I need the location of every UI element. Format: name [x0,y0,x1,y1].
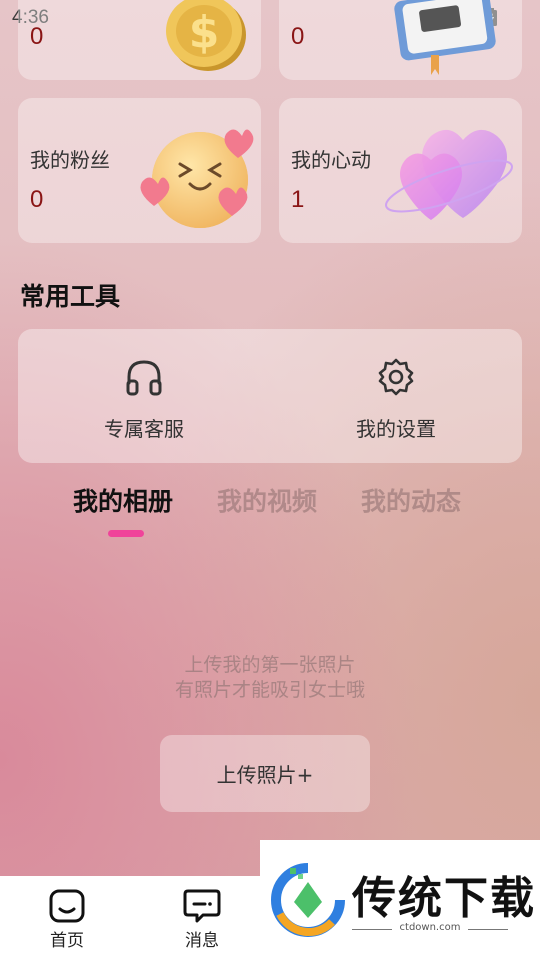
stat-card-likes[interactable]: 我的心动 1 [279,98,522,243]
nav-messages[interactable]: 消息 [162,888,242,951]
smiley-hearts-icon [134,124,261,238]
stat-value: 0 [30,23,44,50]
svg-text:$: $ [189,7,220,58]
empty-hint-line1: 上传我的第一张照片 [184,654,356,676]
stat-value: 0 [291,23,305,50]
watermark: 传统下载 ctdown.com [260,840,540,960]
headphones-icon [124,357,164,401]
book-icon [391,0,501,79]
watermark-logo-icon [270,862,346,942]
tab-indicator [108,530,144,537]
tool-customer-service[interactable]: 专属客服 [18,329,270,463]
stat-card-top-left[interactable]: $ 0 [18,0,261,80]
tab-videos[interactable]: 我的视频 [217,482,317,518]
tool-label: 我的设置 [356,417,436,441]
watermark-title: 传统下载 [352,873,536,924]
home-face-icon [27,888,107,924]
stat-value: 1 [291,186,305,213]
coin-icon: $ [160,0,250,79]
hearts-icon [379,122,519,238]
upload-photo-button[interactable]: 上传照片+ [160,735,370,812]
tool-label: 专属客服 [104,417,184,441]
tool-settings[interactable]: 我的设置 [270,329,522,463]
stat-label: 我的心动 [291,148,371,172]
tab-posts[interactable]: 我的动态 [361,482,461,518]
stat-card-fans[interactable]: 我的粉丝 0 [18,98,261,243]
tools-card: 专属客服 我的设置 [18,329,522,463]
section-title-tools: 常用工具 [20,282,121,311]
nav-label: 消息 [185,931,219,951]
stat-label: 我的粉丝 [30,148,110,172]
nav-home[interactable]: 首页 [27,888,107,951]
stat-value: 0 [30,186,44,213]
empty-hint-line2: 有照片才能吸引女士哦 [174,679,365,701]
gear-icon [376,357,416,401]
nav-label: 首页 [50,931,84,951]
message-icon [162,888,242,924]
stat-card-top-right[interactable]: 0 [279,0,522,80]
tab-album[interactable]: 我的相册 [73,482,173,518]
watermark-url: ctdown.com [352,922,508,933]
